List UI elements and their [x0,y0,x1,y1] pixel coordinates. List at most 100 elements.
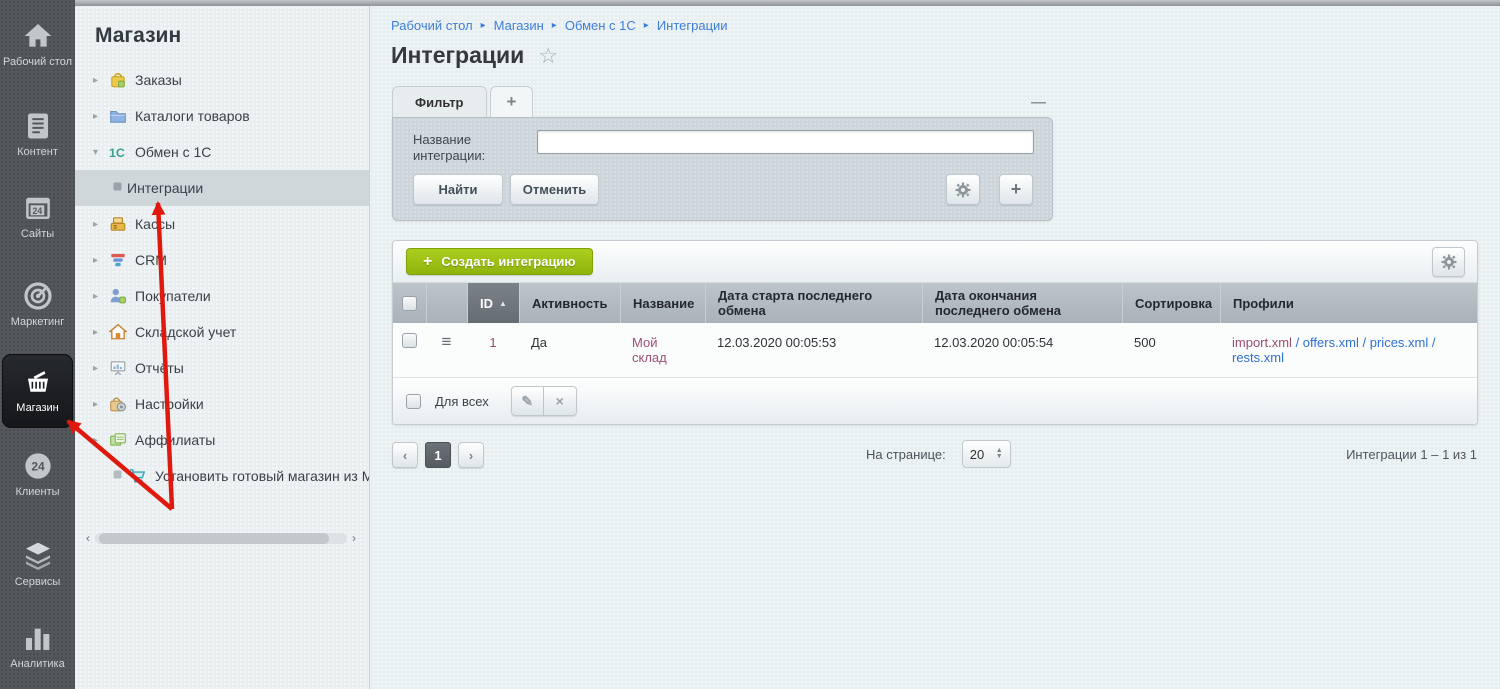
breadcrumb-integrations[interactable]: Интеграции [657,18,728,33]
expand-arrow-icon[interactable]: ▸ [93,255,107,266]
rail-item-marketing[interactable]: Маркетинг [0,280,75,329]
rail-item-services[interactable]: Сервисы [0,540,75,589]
add-filter-tab-button[interactable]: + [490,86,534,117]
row-actions-menu-icon[interactable]: ≡ [442,333,452,351]
header-id[interactable]: ID ▲ [467,283,519,323]
bulk-edit-button[interactable]: ✎ [511,386,544,416]
cancel-button[interactable]: Отменить [510,174,599,205]
rail-item-analytics[interactable]: Аналитика [0,622,75,671]
expand-arrow-icon[interactable]: ▸ [93,363,107,374]
rail-item-desktop[interactable]: Рабочий стол [0,20,75,69]
select-all-checkbox[interactable] [402,296,417,311]
layers-icon [21,540,55,572]
menu-item-buyers[interactable]: ▸ Покупатели [75,278,369,314]
expand-arrow-icon[interactable]: ▸ [93,435,107,446]
scrollbar-track[interactable] [95,533,347,544]
per-page-select[interactable]: 20 ▲ ▼ [962,440,1011,468]
integration-name-link[interactable]: Мой склад [632,335,667,365]
current-page[interactable]: 1 [425,442,451,468]
find-button[interactable]: Найти [413,174,503,205]
menu-item-warehouse[interactable]: ▸ Складской учет [75,314,369,350]
menu-item-catalogs[interactable]: ▸ Каталоги товаров [75,98,369,134]
step-down-icon: ▼ [996,454,1003,460]
for-all-checkbox[interactable] [406,394,421,409]
grid-settings-button[interactable] [1432,247,1465,277]
menu-item-crm[interactable]: ▸ CRM [75,242,369,278]
expand-arrow-icon[interactable]: ▸ [93,75,107,86]
menu-item-label: Интеграции [127,180,203,196]
bullet-icon [113,470,127,482]
expand-arrow-icon[interactable]: ▸ [93,219,107,230]
expand-arrow-icon[interactable]: ▸ [93,327,107,338]
expand-arrow-icon[interactable]: ▸ [93,111,107,122]
breadcrumb-1c-exchange[interactable]: Обмен с 1С [565,18,636,33]
header-active[interactable]: Активность [519,283,620,323]
scrollbar-thumb[interactable] [99,533,329,544]
profiles-separator: / [1359,335,1370,350]
rail-item-clients[interactable]: 24 Клиенты [0,450,75,499]
header-id-label: ID [480,296,493,311]
profile-link-rests[interactable]: rests.xml [1232,350,1284,365]
page-title: Интеграции [391,42,524,69]
header-name[interactable]: Название [620,283,705,323]
favorite-star-icon[interactable]: ☆ [538,43,558,69]
menu-item-reports[interactable]: ▸ Отчёты [75,350,369,386]
cell-sorting: 500 [1122,333,1220,352]
records-summary: Интеграции 1 – 1 из 1 [1346,447,1477,462]
header-sorting[interactable]: Сортировка [1122,283,1220,323]
profile-link-prices[interactable]: prices.xml [1370,335,1429,350]
menu-item-affiliates[interactable]: ▸ Аффилиаты [75,422,369,458]
menu-horizontal-scrollbar[interactable]: ‹ › [81,530,361,546]
per-page-value: 20 [970,447,984,462]
rail-item-sites[interactable]: 24 Сайты [0,194,75,241]
header-profiles[interactable]: Профили [1220,283,1477,323]
profile-link-offers[interactable]: offers.xml [1303,335,1359,350]
svg-text:24: 24 [32,206,42,216]
menu-item-label: Установить готовый магазин из Маркетплей… [155,468,369,484]
prev-page-button[interactable]: ‹ [392,442,418,468]
create-integration-button[interactable]: + Создать интеграцию [406,248,593,275]
gear-icon [955,182,971,198]
menu-item-1c-exchange[interactable]: ▾ 1С Обмен с 1С [75,134,369,170]
plus-icon: + [423,253,432,271]
menu-item-install-marketplace[interactable]: Установить готовый магазин из Маркетплей… [75,458,369,494]
scroll-right-icon[interactable]: › [347,531,361,545]
rail-item-content[interactable]: Контент [0,110,75,159]
breadcrumb-store[interactable]: Магазин [494,18,544,33]
chevron-right-icon: › [469,448,473,463]
menu-item-integrations[interactable]: Интеграции [75,170,369,206]
scroll-left-icon[interactable]: ‹ [81,531,95,545]
expand-arrow-icon[interactable]: ▸ [93,399,107,410]
next-page-button[interactable]: › [458,442,484,468]
menu-item-label: Заказы [135,72,182,88]
filter-tab[interactable]: Фильтр [392,86,487,117]
expand-arrow-icon[interactable]: ▸ [93,291,107,302]
bullet-icon [113,182,127,194]
menu-item-cash-registers[interactable]: ▸ Кассы [75,206,369,242]
row-checkbox-cell [393,333,426,348]
cash-register-icon [109,215,127,233]
header-date-start[interactable]: Дата старта последнего обмена [705,283,922,323]
breadcrumb-desktop[interactable]: Рабочий стол [391,18,473,33]
collapse-arrow-icon[interactable]: ▾ [93,147,107,158]
menu-item-orders[interactable]: ▸ Заказы [75,62,369,98]
filter-field-label: Название интеграции: [413,132,518,164]
settings-bag-icon [109,395,127,413]
filter-add-field-button[interactable]: + [999,174,1033,205]
profile-link-import[interactable]: import.xml [1232,335,1292,350]
filter-settings-button[interactable] [946,174,980,205]
breadcrumb-separator-icon: ▸ [481,20,486,31]
rail-item-store[interactable]: Магазин [2,354,73,428]
bulk-delete-button[interactable]: × [544,386,577,416]
filter-collapse-icon[interactable]: — [1031,94,1046,111]
header-date-end[interactable]: Дата окончания последнего обмена [922,283,1122,323]
menu-item-label: Покупатели [135,288,211,304]
integration-name-input[interactable] [537,130,1034,154]
row-checkbox[interactable] [402,333,417,348]
funnel-icon [109,251,127,269]
grid-header-row: ID ▲ Активность Название Дата старта пос… [393,283,1477,323]
cell-id: 1 [467,333,519,352]
main-content: Рабочий стол ▸ Магазин ▸ Обмен с 1С ▸ Ин… [371,6,1500,689]
menu-item-settings[interactable]: ▸ Настройки [75,386,369,422]
breadcrumb-separator-icon: ▸ [644,20,649,31]
